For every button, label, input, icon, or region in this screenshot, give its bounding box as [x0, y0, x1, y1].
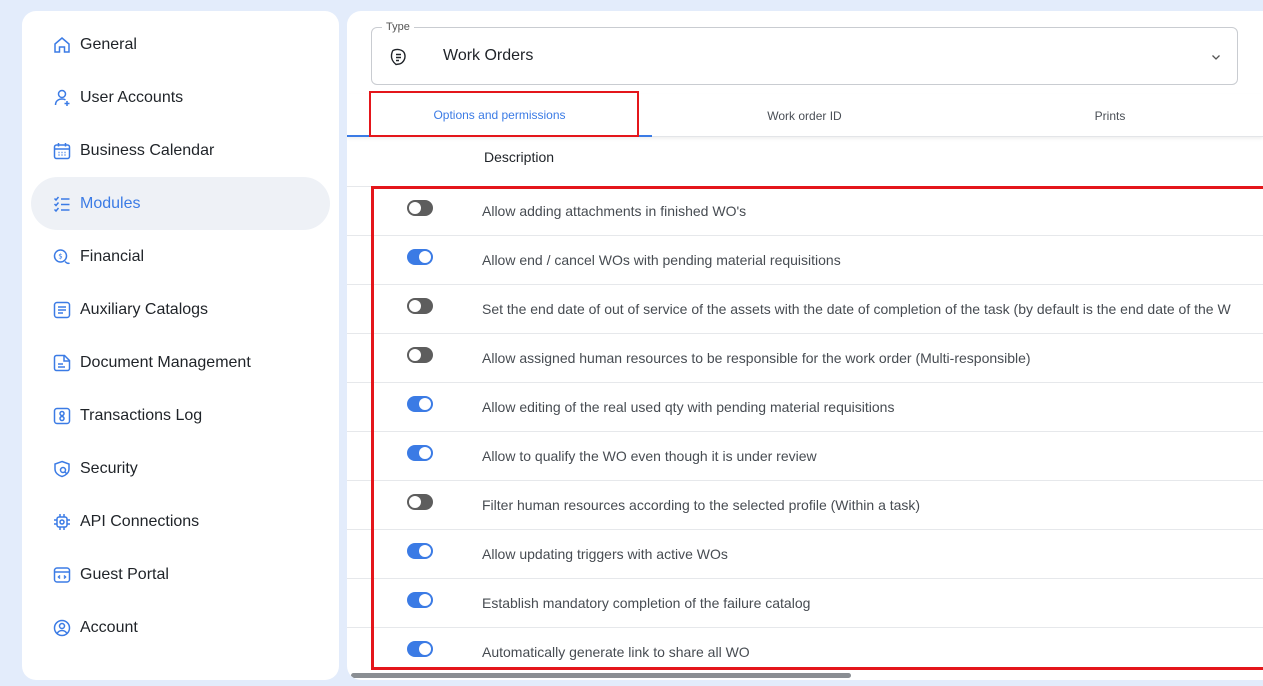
permission-description: Allow adding attachments in finished WO'… [482, 203, 747, 219]
tab-label: Options and permissions [433, 107, 566, 122]
sidebar-item-label: Business Calendar [80, 141, 215, 159]
sidebar-item-transactions-log[interactable]: Transactions Log [31, 389, 330, 442]
table-row: Allow end / cancel WOs with pending mate… [347, 235, 1263, 284]
user-add-icon [52, 88, 72, 108]
sidebar-item-label: Financial [80, 247, 145, 265]
log-icon [52, 406, 72, 426]
permission-toggle[interactable] [407, 249, 433, 265]
toggle-knob [419, 447, 431, 459]
sidebar-item-label: Account [80, 618, 138, 636]
checklist-icon [52, 194, 72, 214]
column-header-description: Description [484, 149, 555, 165]
api-gear-icon [52, 512, 72, 532]
sidebar-item-label: Modules [80, 194, 141, 212]
toggle-knob [419, 545, 431, 557]
table-row: Establish mandatory completion of the fa… [347, 578, 1263, 627]
chevron-down-icon [1209, 50, 1223, 64]
sidebar-item-guest-portal[interactable]: Guest Portal [31, 548, 330, 601]
sidebar-item-business-calendar[interactable]: Business Calendar [31, 124, 330, 177]
sidebar-item-label: Security [80, 459, 138, 477]
sidebar-item-modules[interactable]: Modules [31, 177, 330, 230]
document-icon [52, 353, 72, 373]
sidebar-item-label: Auxiliary Catalogs [80, 300, 209, 318]
sidebar-item-label: General [80, 35, 137, 53]
toggle-knob [409, 496, 421, 508]
toggle-knob [419, 643, 431, 655]
permission-toggle[interactable] [407, 298, 433, 314]
type-select-value: Work Orders [443, 47, 534, 64]
type-select-legend: Type [382, 20, 414, 34]
table-row: Automatically generate link to share all… [347, 627, 1263, 676]
permission-description: Allow end / cancel WOs with pending mate… [482, 252, 841, 268]
permission-toggle[interactable] [407, 445, 433, 461]
table-row: Allow assigned human resources to be res… [347, 333, 1263, 382]
permission-description: Allow editing of the real used qty with … [482, 399, 895, 415]
toggle-knob [419, 251, 431, 263]
permission-description: Establish mandatory completion of the fa… [482, 595, 811, 611]
main-panel: Type Work Orders Options and permissions… [347, 11, 1263, 680]
table-row: Allow updating triggers with active WOs [347, 529, 1263, 578]
permission-toggle[interactable] [407, 641, 433, 657]
sidebar-item-user-accounts[interactable]: User Accounts [31, 71, 330, 124]
table-row: Allow adding attachments in finished WO'… [347, 186, 1263, 235]
toggle-knob [419, 398, 431, 410]
tab-options-and-permissions[interactable]: Options and permissions [347, 94, 652, 137]
sidebar-item-label: Transactions Log [80, 406, 203, 424]
sidebar-item-label: API Connections [80, 512, 200, 530]
catalog-icon [52, 300, 72, 320]
sidebar-item-label: Guest Portal [80, 565, 169, 583]
home-icon [52, 35, 72, 55]
permission-toggle[interactable] [407, 200, 433, 216]
sidebar-item-label: User Accounts [80, 88, 184, 106]
tab-work-order-id[interactable]: Work order ID [652, 94, 957, 137]
toggle-knob [419, 594, 431, 606]
permission-description: Filter human resources according to the … [482, 497, 921, 513]
tab-prints[interactable]: Prints [957, 94, 1263, 137]
coins-icon: $ [52, 247, 72, 267]
permission-toggle[interactable] [407, 347, 433, 363]
work-order-icon [388, 47, 408, 67]
portal-icon [52, 565, 72, 585]
permission-description: Allow to qualify the WO even though it i… [482, 448, 817, 464]
calendar-icon [52, 141, 72, 161]
sidebar-item-auxiliary-catalogs[interactable]: Auxiliary Catalogs [31, 283, 330, 336]
permission-toggle[interactable] [407, 494, 433, 510]
permission-description: Allow assigned human resources to be res… [482, 350, 1031, 366]
tab-label: Work order ID [767, 108, 842, 123]
account-circle-icon [52, 618, 72, 638]
tab-label: Prints [1094, 108, 1126, 123]
permission-toggle[interactable] [407, 396, 433, 412]
shield-icon [52, 459, 72, 479]
sidebar-item-financial[interactable]: $ Financial [31, 230, 330, 283]
permission-description: Allow updating triggers with active WOs [482, 546, 728, 562]
toggle-knob [409, 300, 421, 312]
permission-description: Set the end date of out of service of th… [482, 301, 1231, 317]
toggle-knob [409, 349, 421, 361]
tab-bar: Options and permissions Work order ID Pr… [347, 94, 1263, 137]
type-select[interactable]: Type Work Orders [371, 20, 1238, 85]
sidebar-item-general[interactable]: General [31, 18, 330, 71]
permission-toggle[interactable] [407, 543, 433, 559]
horizontal-scrollbar[interactable] [351, 673, 851, 678]
svg-text:$: $ [58, 252, 62, 260]
sidebar-item-security[interactable]: Security [31, 442, 330, 495]
table-row: Allow editing of the real used qty with … [347, 382, 1263, 431]
sidebar-item-account[interactable]: Account [31, 601, 330, 654]
settings-sidebar: General User Accounts Business Calendar … [22, 11, 339, 680]
permission-description: Automatically generate link to share all… [482, 644, 750, 660]
sidebar-item-document-management[interactable]: Document Management [31, 336, 330, 389]
sidebar-item-label: Document Management [80, 353, 251, 371]
table-row: Allow to qualify the WO even though it i… [347, 431, 1263, 480]
permission-toggle[interactable] [407, 592, 433, 608]
table-row: Filter human resources according to the … [347, 480, 1263, 529]
toggle-knob [409, 202, 421, 214]
sidebar-item-api-connections[interactable]: API Connections [31, 495, 330, 548]
table-row: Set the end date of out of service of th… [347, 284, 1263, 333]
